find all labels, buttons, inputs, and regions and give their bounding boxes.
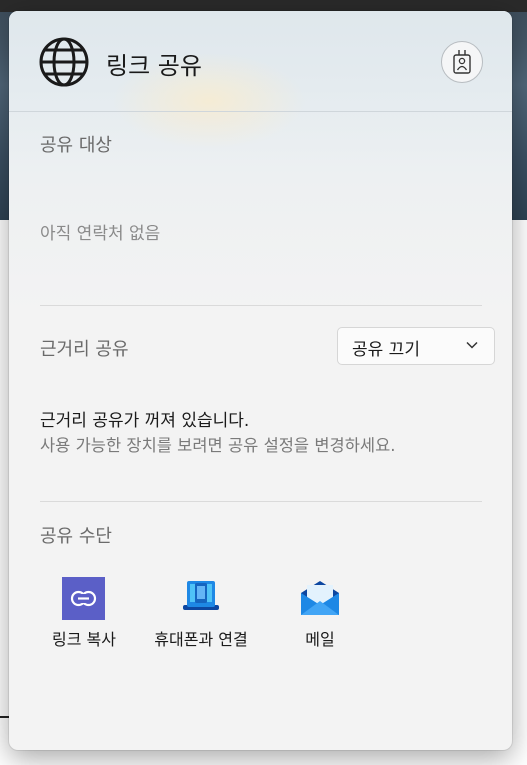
id-badge-icon [453, 50, 471, 74]
share-header: 링크 공유 [9, 11, 512, 112]
phone-link-label: 휴대폰과 연결 [154, 630, 248, 649]
divider [40, 305, 482, 306]
mail-label: 메일 [305, 630, 335, 649]
share-panel: 링크 공유 공유 대상 아직 연락처 없음 근거리 공유 공유 끄기 근거리 공… [9, 11, 512, 750]
share-with-label: 공유 대상 [40, 135, 112, 156]
divider [40, 501, 482, 502]
nearby-share-label: 근거리 공유 [40, 339, 129, 360]
share-methods-label: 공유 수단 [40, 526, 112, 547]
link-copy-icon [62, 577, 105, 620]
nearby-status-detail: 사용 가능한 장치를 보려면 공유 설정을 변경하세요. [40, 436, 396, 455]
nearby-share-dropdown[interactable]: 공유 끄기 [337, 327, 495, 365]
chevron-down-icon [466, 341, 478, 349]
copy-link-label: 링크 복사 [52, 630, 116, 649]
phone-link-icon [183, 581, 219, 610]
nearby-status-text: 근거리 공유가 꺼져 있습니다. [40, 411, 250, 431]
profile-button[interactable] [441, 41, 483, 83]
globe-icon [39, 37, 89, 87]
mail-button[interactable]: 메일 [280, 571, 360, 651]
mail-icon [301, 581, 339, 615]
no-contacts-text: 아직 연락처 없음 [40, 224, 161, 244]
panel-title: 링크 공유 [106, 52, 202, 80]
nearby-share-dropdown-value: 공유 끄기 [352, 340, 420, 360]
phone-link-button[interactable]: 휴대폰과 연결 [143, 571, 259, 651]
copy-link-button[interactable]: 링크 복사 [42, 571, 126, 651]
